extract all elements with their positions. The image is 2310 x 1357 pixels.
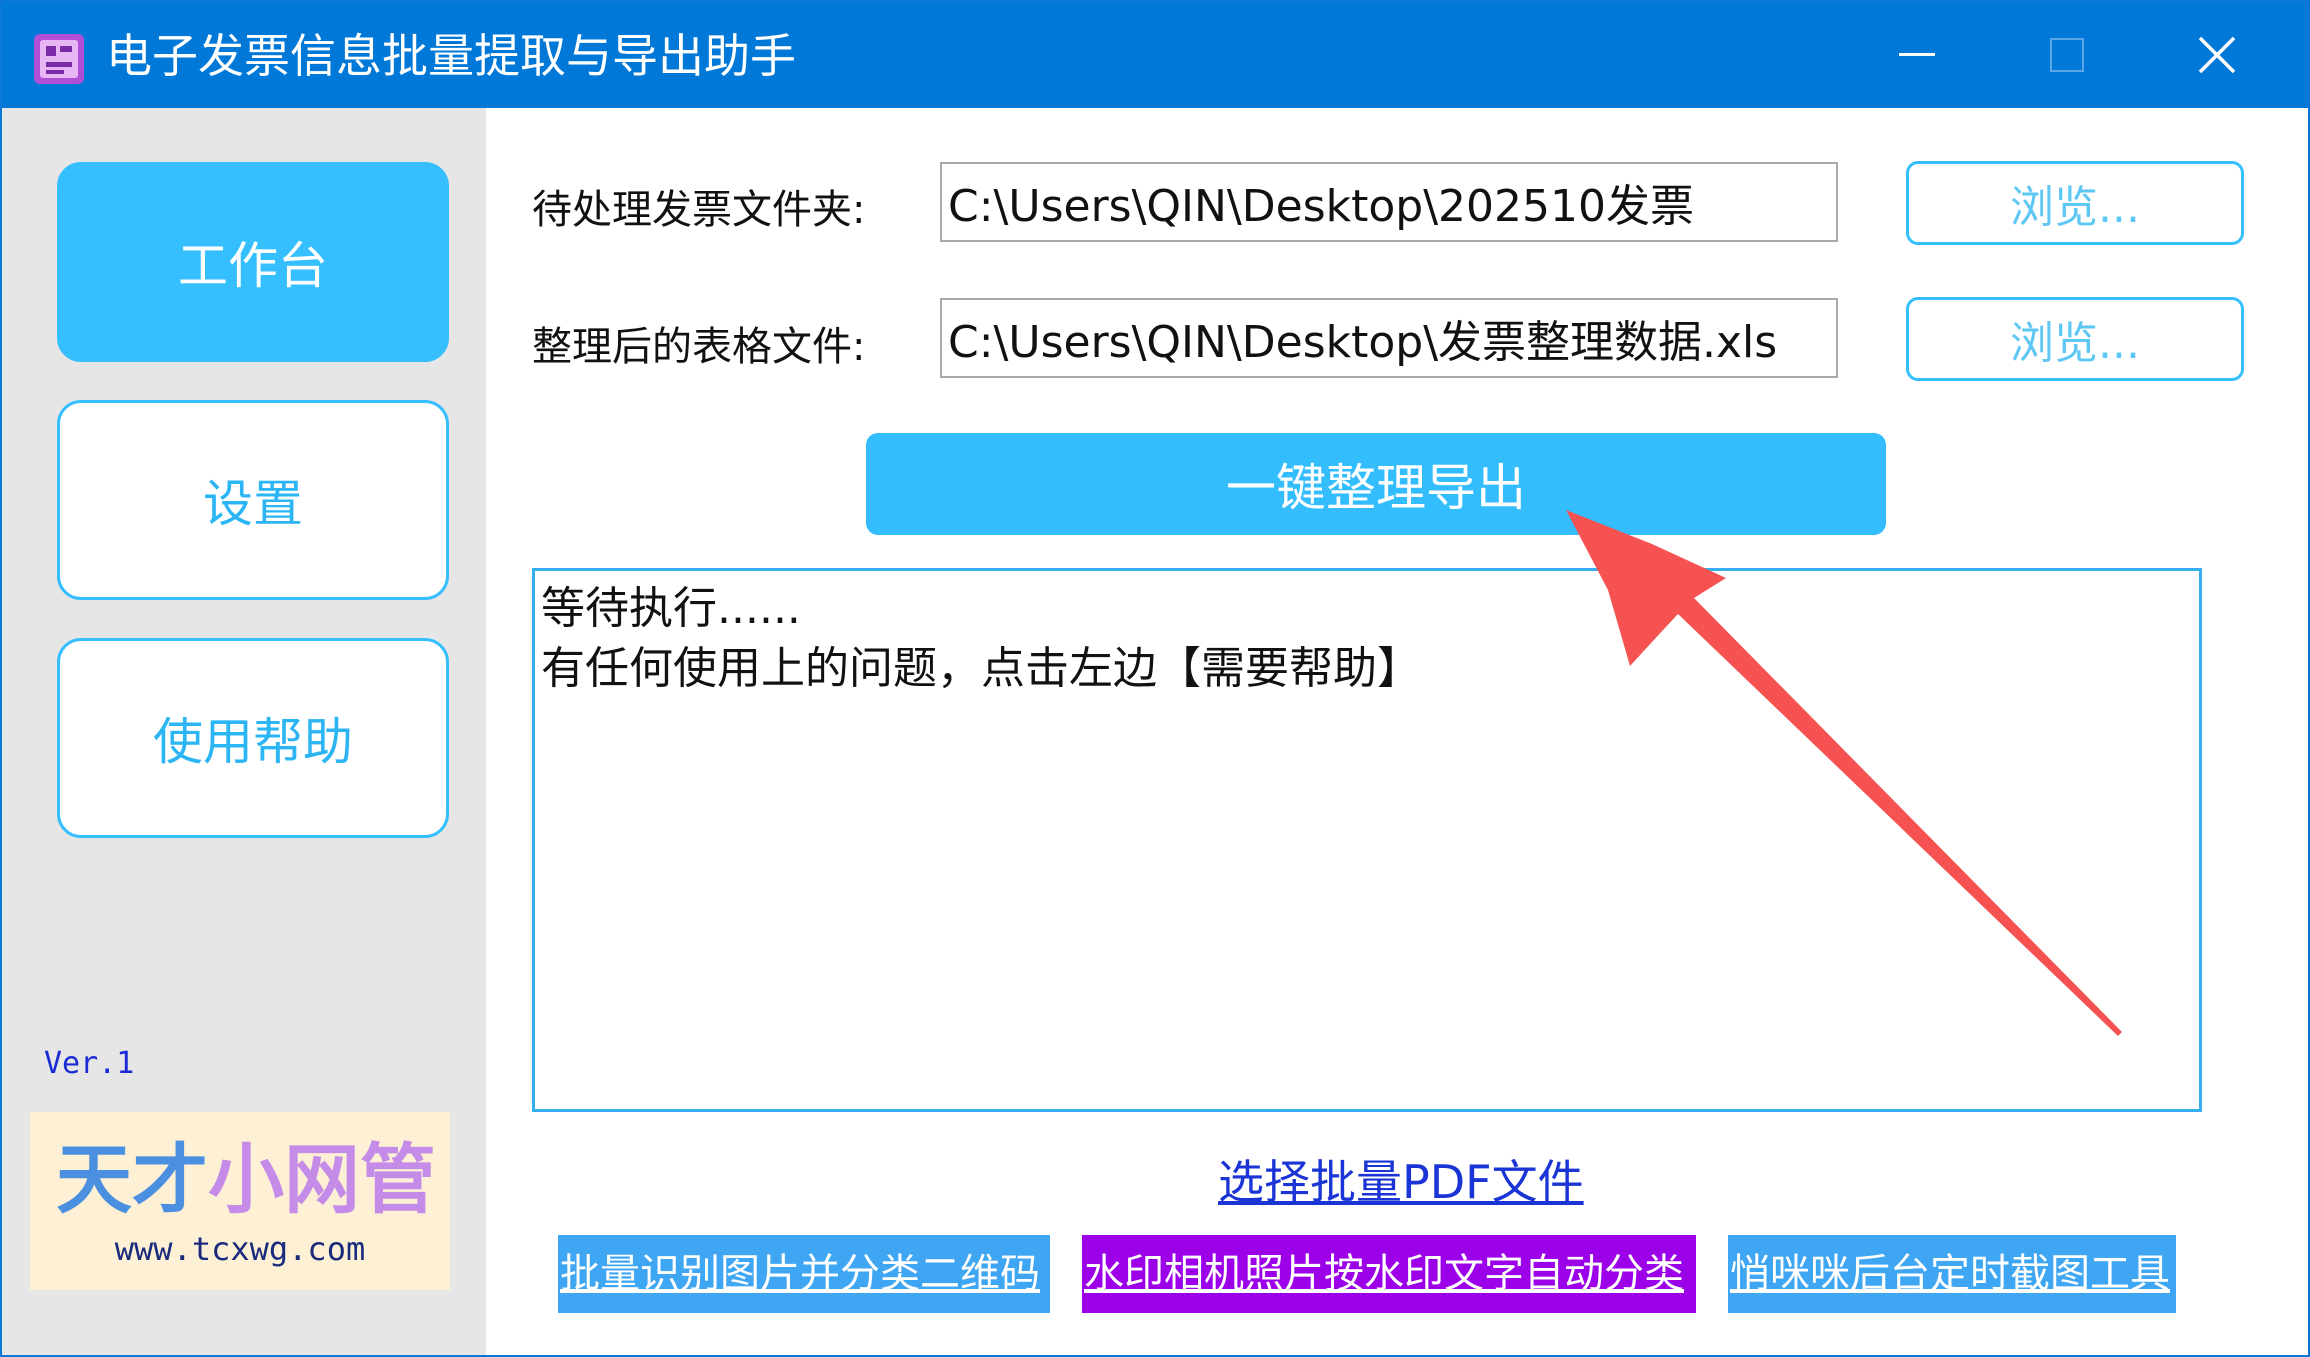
sidebar-item-label: 工作台 [178, 237, 328, 295]
sidebar-item-label: 设置 [203, 475, 303, 533]
source-folder-browse-button[interactable]: 浏览... [1906, 161, 2244, 245]
app-icon [34, 34, 84, 84]
output-file-input[interactable] [940, 298, 1838, 378]
output-file-label: 整理后的表格文件: [532, 324, 866, 370]
logo-url: www.tcxwg.com [114, 1230, 366, 1268]
log-output-area[interactable]: 等待执行...... 有任何使用上的问题，点击左边【需要帮助】 [532, 568, 2202, 1112]
logo-text-part1: 天才 [56, 1135, 208, 1224]
close-button[interactable] [2142, 2, 2292, 108]
export-button-label: 一键整理导出 [1226, 459, 1526, 517]
source-folder-input[interactable] [940, 162, 1838, 242]
output-file-browse-button[interactable]: 浏览... [1906, 297, 2244, 381]
close-icon [2198, 36, 2236, 74]
select-pdf-link[interactable]: 选择批量PDF文件 [1218, 1146, 1584, 1212]
minimize-icon [1899, 53, 1935, 56]
source-folder-label: 待处理发票文件夹: [532, 187, 866, 233]
maximize-icon [2050, 38, 2084, 72]
sidebar-item-workbench[interactable]: 工作台 [57, 162, 449, 362]
tool-link-watermark[interactable]: 水印相机照片按水印文字自动分类 [1082, 1235, 1696, 1313]
sidebar-item-label: 使用帮助 [153, 713, 353, 771]
window-title: 电子发票信息批量提取与导出助手 [106, 29, 796, 83]
logo-text-part2: 小网管 [208, 1135, 436, 1224]
sidebar-item-help[interactable]: 使用帮助 [57, 638, 449, 838]
sidebar-item-settings[interactable]: 设置 [57, 400, 449, 600]
browse-button-label: 浏览... [2010, 182, 2140, 233]
brand-logo[interactable]: 天才小网管 www.tcxwg.com [30, 1112, 450, 1290]
minimize-button[interactable] [1842, 2, 1992, 108]
log-line: 有任何使用上的问题，点击左边【需要帮助】 [541, 643, 1421, 694]
title-bar[interactable]: 电子发票信息批量提取与导出助手 [2, 2, 2308, 108]
sidebar: 工作台 设置 使用帮助 Ver.1 天才小网管 www.tcxwg.com [2, 108, 486, 1355]
version-label: Ver.1 [44, 1046, 135, 1081]
one-click-export-button[interactable]: 一键整理导出 [866, 433, 1886, 535]
app-window: 电子发票信息批量提取与导出助手 工作台 设置 使用帮助 Ver.1 天才小网管 … [0, 0, 2310, 1357]
browse-button-label: 浏览... [2010, 318, 2140, 369]
maximize-button [1992, 2, 2142, 108]
logo-text: 天才小网管 [56, 1118, 436, 1228]
tool-link-screenshot[interactable]: 悄咪咪后台定时截图工具 [1728, 1235, 2176, 1313]
tool-link-qrcode[interactable]: 批量识别图片并分类二维码 [558, 1235, 1050, 1313]
log-line: 等待执行...... [541, 583, 801, 634]
